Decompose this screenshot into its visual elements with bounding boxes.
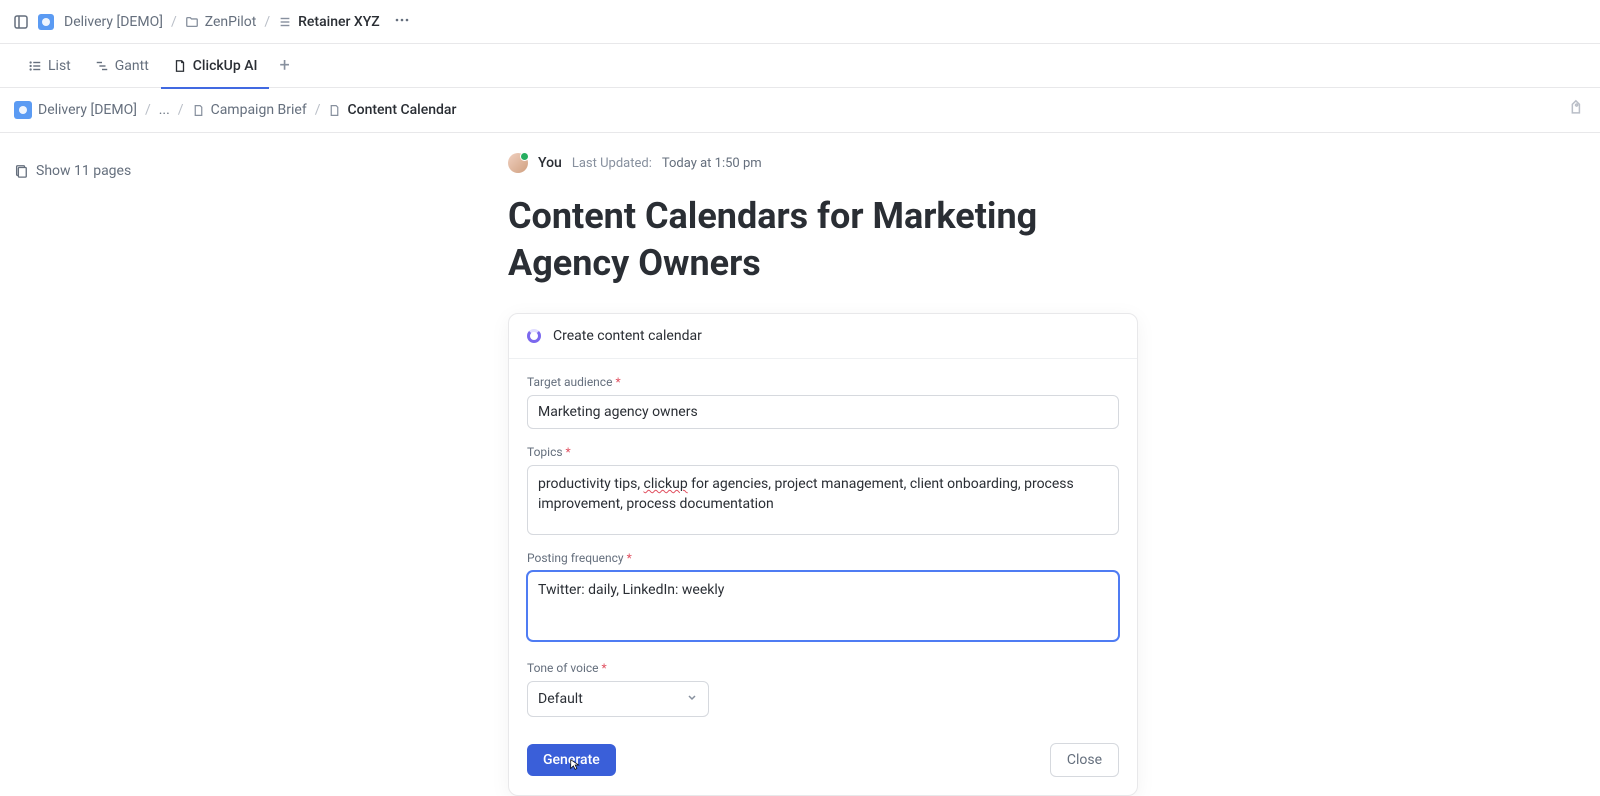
- add-view-button[interactable]: +: [269, 55, 299, 76]
- bc-label: Delivery [DEMO]: [38, 102, 137, 118]
- updated-time: Today at 1:50 pm: [662, 156, 762, 171]
- list-view-icon: [28, 59, 42, 73]
- bc-label: Campaign Brief: [211, 102, 307, 118]
- form-group-target: Target audience *: [527, 375, 1119, 429]
- select-value: Default: [538, 691, 583, 707]
- doc-icon: [173, 59, 187, 73]
- frequency-input[interactable]: [527, 571, 1119, 641]
- separator: /: [264, 14, 270, 30]
- avatar[interactable]: [508, 153, 528, 173]
- breadcrumb-zenpilot[interactable]: ZenPilot: [185, 14, 257, 30]
- modal-body: Target audience * Topics * productivity …: [509, 359, 1137, 737]
- separator: /: [315, 102, 321, 118]
- form-group-tone: Tone of voice * Default: [527, 661, 1119, 717]
- form-group-topics: Topics * productivity tips, clickup for …: [527, 445, 1119, 535]
- form-group-frequency: Posting frequency *: [527, 551, 1119, 645]
- separator: /: [145, 102, 151, 118]
- topics-label: Topics *: [527, 445, 1119, 459]
- ai-modal: Create content calendar Target audience …: [508, 313, 1138, 796]
- gantt-icon: [95, 59, 109, 73]
- generate-button[interactable]: Generate: [527, 744, 616, 776]
- tab-label: List: [48, 58, 71, 74]
- bc-delivery[interactable]: Delivery [DEMO]: [14, 101, 137, 119]
- space-icon: [38, 14, 54, 30]
- cursor-icon: [569, 758, 583, 772]
- more-icon[interactable]: [394, 12, 410, 32]
- modal-title: Create content calendar: [553, 328, 702, 344]
- bc-content-calendar[interactable]: Content Calendar: [328, 102, 456, 118]
- tab-list[interactable]: List: [16, 44, 83, 88]
- sidebar-toggle-icon[interactable]: [12, 13, 30, 31]
- bc-label: Content Calendar: [347, 102, 456, 118]
- breadcrumb-delivery[interactable]: Delivery [DEMO]: [38, 14, 163, 30]
- chevron-down-icon: [686, 691, 698, 707]
- tab-label: Gantt: [115, 58, 149, 74]
- target-audience-label: Target audience *: [527, 375, 1119, 389]
- author-label: You: [538, 155, 562, 171]
- separator: /: [178, 102, 184, 118]
- frequency-label: Posting frequency *: [527, 551, 1119, 565]
- breadcrumb-label: Retainer XYZ: [298, 14, 380, 30]
- breadcrumb-label: Delivery [DEMO]: [64, 14, 163, 30]
- doc-meta: You Last Updated: Today at 1:50 pm: [508, 153, 1600, 173]
- modal-footer: Generate Close: [509, 737, 1137, 795]
- updated-label: Last Updated:: [572, 156, 652, 171]
- modal-header: Create content calendar: [509, 314, 1137, 359]
- bc-collapsed[interactable]: ...: [159, 102, 170, 118]
- main-content: You Last Updated: Today at 1:50 pm Conte…: [0, 133, 1600, 287]
- list-icon: [278, 15, 292, 29]
- separator: /: [171, 14, 177, 30]
- ai-spinner-icon: [527, 329, 541, 343]
- breadcrumb-retainer[interactable]: Retainer XYZ: [278, 14, 380, 30]
- tab-label: ClickUp AI: [193, 58, 258, 74]
- breadcrumb-label: ZenPilot: [205, 14, 257, 30]
- tone-label: Tone of voice *: [527, 661, 1119, 675]
- doc-icon: [192, 104, 205, 117]
- space-icon: [14, 101, 32, 119]
- folder-icon: [185, 15, 199, 29]
- page-title[interactable]: Content Calendars for Marketing Agency O…: [508, 193, 1128, 287]
- tone-select[interactable]: Default: [527, 681, 709, 717]
- tag-icon[interactable]: [1565, 97, 1590, 122]
- top-breadcrumb-bar: Delivery [DEMO] / ZenPilot / Retainer XY…: [0, 0, 1600, 44]
- close-button[interactable]: Close: [1050, 743, 1119, 777]
- doc-breadcrumb: Delivery [DEMO] / ... / Campaign Brief /…: [0, 88, 1600, 133]
- bc-campaign-brief[interactable]: Campaign Brief: [192, 102, 307, 118]
- topics-input[interactable]: productivity tips, clickup for agencies,…: [527, 465, 1119, 535]
- tab-clickup-ai[interactable]: ClickUp AI: [161, 44, 270, 88]
- tab-gantt[interactable]: Gantt: [83, 44, 161, 88]
- view-tabs: List Gantt ClickUp AI +: [0, 44, 1600, 88]
- target-audience-input[interactable]: [527, 395, 1119, 429]
- doc-icon: [328, 104, 341, 117]
